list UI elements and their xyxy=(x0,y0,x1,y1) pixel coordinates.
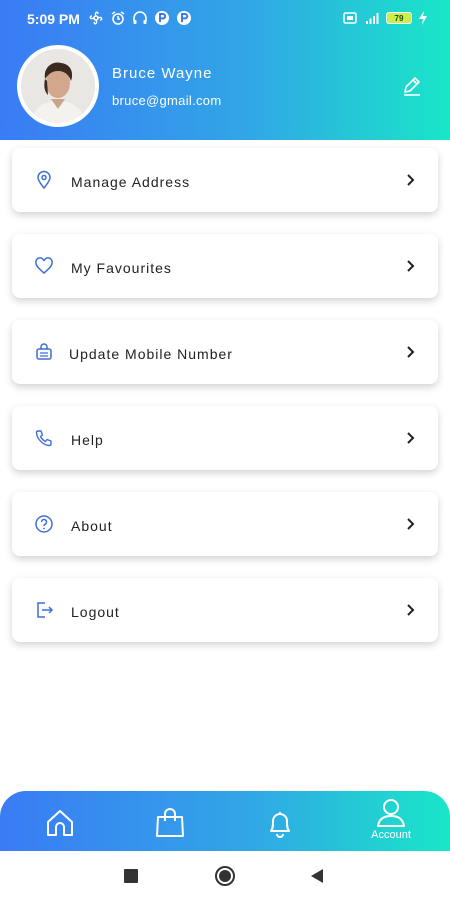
chevron-right-icon xyxy=(407,174,415,186)
back-button[interactable] xyxy=(310,868,324,884)
menu-item-help[interactable]: Help xyxy=(12,406,438,470)
home-button[interactable] xyxy=(214,865,236,887)
menu-item-label: Update Mobile Number xyxy=(69,346,233,362)
bottom-nav: Account xyxy=(0,791,450,851)
menu-item-label: My Favourites xyxy=(71,260,172,276)
chevron-right-icon xyxy=(407,260,415,272)
phone-device-icon xyxy=(36,343,52,360)
menu-item-logout[interactable]: Logout xyxy=(12,578,438,642)
p-app-icon xyxy=(155,11,169,25)
question-circle-icon xyxy=(35,515,53,533)
profile-name: Bruce Wayne xyxy=(112,65,213,82)
account-menu: Manage Address My Favourites Update Mobi… xyxy=(12,148,438,664)
nav-account-label: Account xyxy=(371,829,411,841)
battery-icon: 79 xyxy=(386,12,412,24)
menu-item-label: Logout xyxy=(71,604,120,620)
charging-icon xyxy=(419,11,427,25)
status-time: 5:09 PM xyxy=(27,11,80,27)
menu-item-update-mobile-number[interactable]: Update Mobile Number xyxy=(12,320,438,384)
alarm-icon xyxy=(111,11,125,25)
chevron-right-icon xyxy=(407,604,415,616)
logout-icon xyxy=(37,602,54,618)
location-pin-icon xyxy=(37,170,51,190)
account-screen: 5:09 PM 79 Bruce Wayne bruce@gmail.com M… xyxy=(0,0,450,900)
shopping-bag-icon[interactable] xyxy=(150,803,190,843)
menu-item-about[interactable]: About xyxy=(12,492,438,556)
notification-icons xyxy=(88,10,192,26)
profile-header: 5:09 PM 79 Bruce Wayne bruce@gmail.com xyxy=(0,0,450,140)
profile-email: bruce@gmail.com xyxy=(112,93,222,108)
p-app-icon xyxy=(177,11,191,25)
avatar[interactable] xyxy=(17,45,99,127)
fan-icon xyxy=(89,11,103,25)
system-status-icons: 79 xyxy=(342,10,428,26)
menu-item-label: Manage Address xyxy=(71,174,191,190)
home-icon[interactable] xyxy=(40,803,80,843)
edit-pencil-icon[interactable] xyxy=(400,74,424,98)
menu-item-my-favourites[interactable]: My Favourites xyxy=(12,234,438,298)
signal-icon xyxy=(366,13,379,24)
headset-icon xyxy=(133,11,147,24)
system-nav-bar xyxy=(0,851,450,900)
menu-item-label: About xyxy=(71,518,113,534)
menu-item-manage-address[interactable]: Manage Address xyxy=(12,148,438,212)
sim-icon xyxy=(343,12,357,24)
recents-button[interactable] xyxy=(124,869,138,883)
heart-icon xyxy=(35,257,53,274)
bell-icon[interactable] xyxy=(260,803,300,843)
chevron-right-icon xyxy=(407,432,415,444)
menu-item-label: Help xyxy=(71,432,104,448)
avatar-photo xyxy=(21,49,95,123)
chevron-right-icon xyxy=(407,346,415,358)
status-bar: 5:09 PM 79 xyxy=(0,0,450,36)
chevron-right-icon xyxy=(407,518,415,530)
phone-call-icon xyxy=(35,430,52,447)
